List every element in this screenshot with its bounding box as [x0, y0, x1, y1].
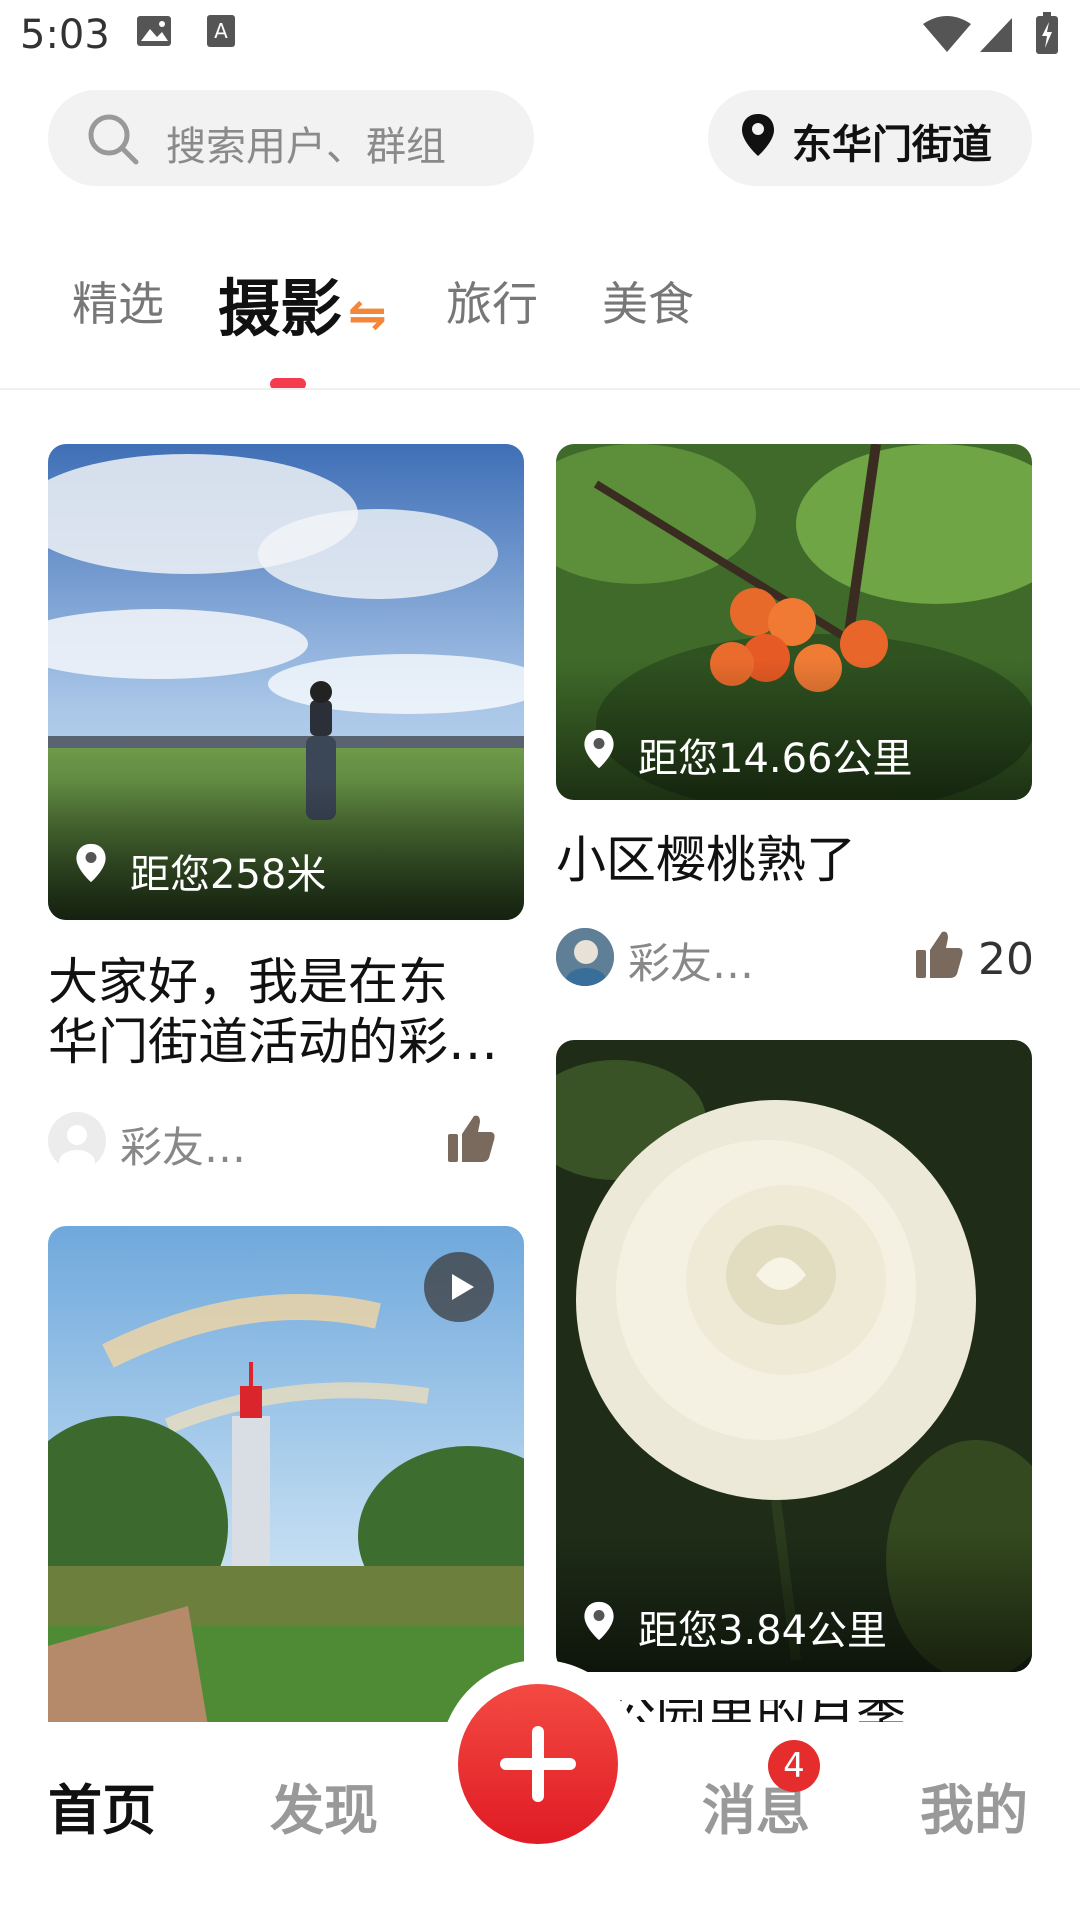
card-1-author-name[interactable]: 彩友… — [120, 1114, 246, 1175]
text-notification-icon: A — [206, 14, 236, 52]
tab-photography-label: 摄影 — [218, 272, 343, 345]
plus-icon — [500, 1726, 576, 1802]
feed-card-1[interactable]: 距您258米 — [48, 444, 524, 920]
search-icon — [86, 112, 140, 170]
tab-photography[interactable]: 摄影 ⇋ — [218, 258, 387, 348]
location-pin-icon — [74, 842, 108, 888]
location-pin-icon — [740, 112, 776, 162]
nav-mine[interactable]: 我的 — [920, 1766, 1028, 1845]
feed-card-video[interactable] — [48, 1226, 524, 1726]
search-placeholder: 搜索用户、群组 — [166, 124, 446, 170]
card-3-distance: 距您3.84公里 — [638, 1608, 888, 1654]
location-button[interactable]: 东华门街道 — [708, 90, 1032, 186]
switch-arrows-icon: ⇋ — [348, 287, 387, 341]
card-2-like-button[interactable] — [914, 928, 964, 984]
svg-text:A: A — [214, 19, 228, 43]
card-1-photo[interactable]: 距您258米 — [48, 444, 524, 920]
location-pin-icon — [582, 728, 616, 774]
nav-discover[interactable]: 发现 — [270, 1766, 378, 1845]
messages-unread-badge: 4 — [768, 1740, 820, 1792]
image-notification-icon — [136, 14, 172, 52]
card-2-caption[interactable]: 小区樱桃熟了 — [556, 830, 1032, 890]
cellular-signal-icon — [978, 16, 1014, 58]
tab-travel[interactable]: 旅行 — [446, 268, 538, 334]
card-3-photo[interactable]: 距您3.84公里 — [556, 1040, 1032, 1672]
wifi-icon — [922, 16, 972, 58]
card-2-photo[interactable]: 距您14.66公里 — [556, 444, 1032, 800]
card-video-thumbnail[interactable] — [48, 1226, 524, 1726]
card-1-caption[interactable]: 大家好，我是在东 华门街道活动的彩… — [48, 952, 524, 1072]
card-1-like-button[interactable] — [446, 1112, 496, 1168]
location-pin-icon — [582, 1600, 616, 1646]
card-1-distance: 距您258米 — [130, 852, 327, 898]
thumbs-up-icon — [916, 931, 963, 978]
nav-home[interactable]: 首页 — [48, 1766, 156, 1845]
card-1-author-avatar[interactable] — [48, 1112, 106, 1174]
card-2-author-name[interactable]: 彩友… — [628, 930, 754, 991]
card-2-distance: 距您14.66公里 — [638, 736, 913, 782]
feed-card-3[interactable]: 距您3.84公里 — [556, 1040, 1032, 1672]
status-time: 5:03 — [20, 12, 110, 58]
play-button[interactable] — [424, 1252, 494, 1322]
tabs-divider — [0, 388, 1080, 390]
card-1-caption-line2: 华门街道活动的彩… — [48, 1013, 498, 1071]
battery-charging-icon — [1036, 12, 1058, 58]
location-label: 东华门街道 — [792, 122, 992, 168]
card-2-like-count: 20 — [978, 934, 1034, 985]
card-1-caption-line1: 大家好，我是在东 — [48, 953, 448, 1011]
tab-food[interactable]: 美食 — [602, 268, 694, 334]
search-input[interactable]: 搜索用户、群组 — [48, 90, 534, 186]
thumbs-up-icon — [448, 1115, 495, 1162]
tab-featured[interactable]: 精选 — [72, 268, 164, 334]
feed-card-2[interactable]: 距您14.66公里 — [556, 444, 1032, 800]
create-post-button[interactable] — [458, 1684, 618, 1844]
play-icon — [452, 1274, 474, 1300]
card-2-author-avatar[interactable] — [556, 928, 614, 986]
